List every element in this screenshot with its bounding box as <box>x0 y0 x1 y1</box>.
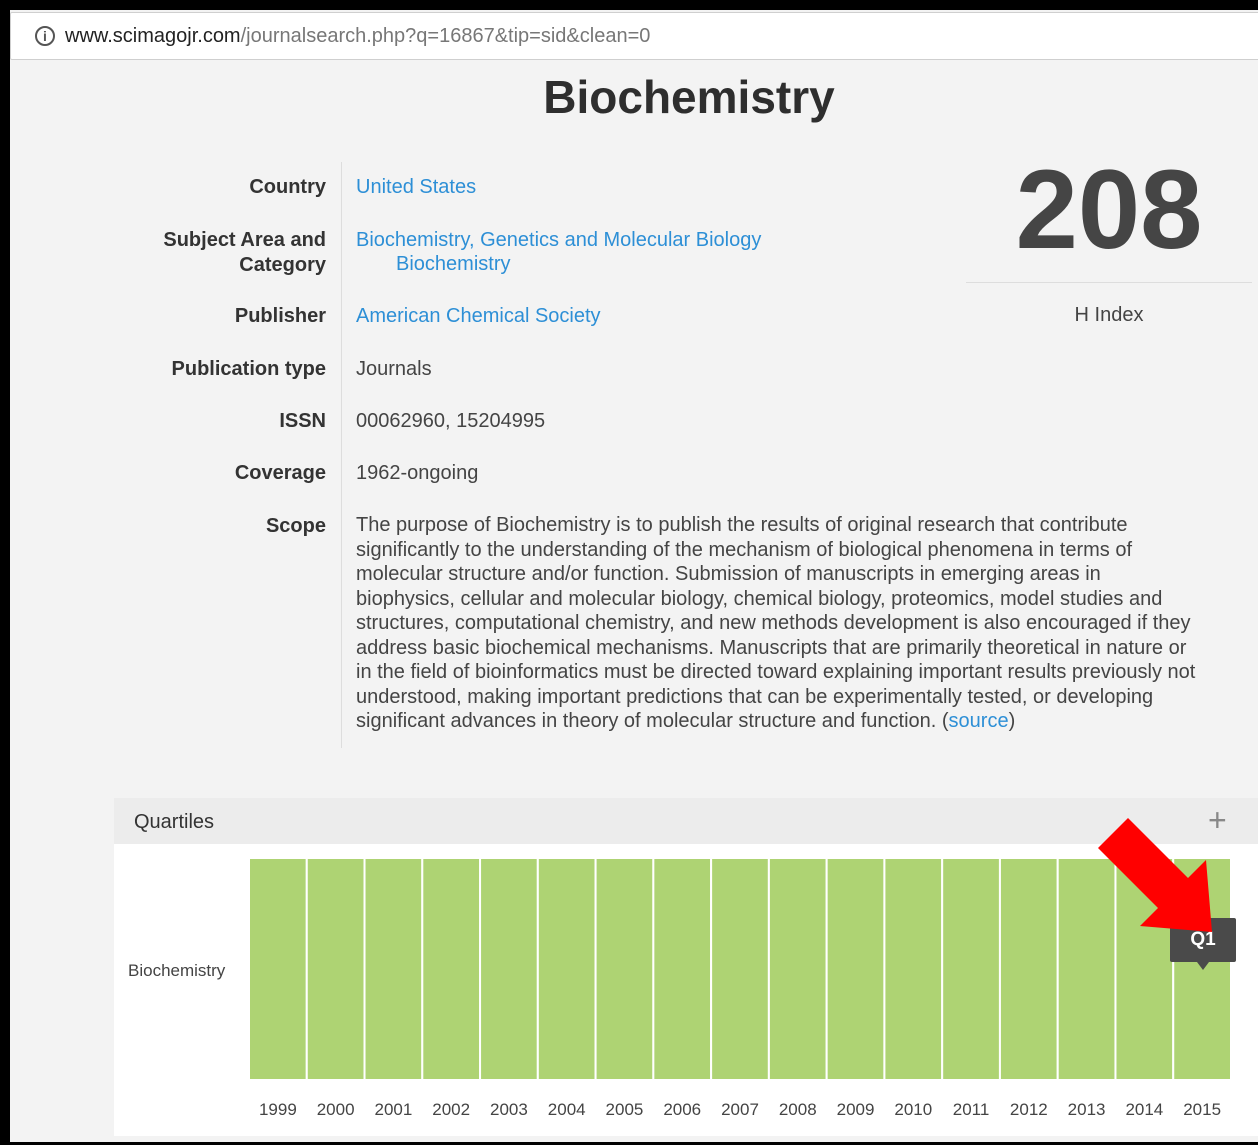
quartile-cell-2006[interactable] <box>652 857 713 1081</box>
year-tick-label: 2014 <box>1125 1100 1163 1119</box>
year-tick-label: 2013 <box>1068 1100 1106 1119</box>
year-tick-label: 2000 <box>317 1100 355 1119</box>
quartile-cell-2004[interactable] <box>536 857 597 1081</box>
quartile-cell-1999[interactable] <box>248 857 308 1081</box>
quartile-cell-2001[interactable] <box>363 857 424 1081</box>
year-tick-label: 2003 <box>490 1100 528 1119</box>
year-tick-label: 2002 <box>432 1100 470 1119</box>
red-arrow-annotation <box>1098 818 1212 932</box>
year-tick-label: 2006 <box>663 1100 701 1119</box>
quartile-cell-2011[interactable] <box>941 857 1001 1081</box>
year-tick-label: 2005 <box>606 1100 644 1119</box>
year-tick-label: 1999 <box>259 1100 297 1119</box>
quartile-cell-2000[interactable] <box>305 857 366 1081</box>
year-tick-label: 2007 <box>721 1100 759 1119</box>
quartile-cell-2005[interactable] <box>594 857 655 1081</box>
year-tick-label: 2015 <box>1183 1100 1221 1119</box>
year-tick-label: 2004 <box>548 1100 586 1119</box>
quartile-cell-2009[interactable] <box>825 857 886 1081</box>
quartile-cell-2002[interactable] <box>421 857 482 1081</box>
year-tick-label: 2008 <box>779 1100 817 1119</box>
quartile-cell-2007[interactable] <box>710 857 770 1081</box>
quartiles-chart: 1999 2000 2001 2002 2003 2004 2005 2006 2007 2008… <box>248 857 1233 1119</box>
year-tick-label: 2010 <box>894 1100 932 1119</box>
quartile-cell-2008[interactable] <box>767 857 828 1081</box>
year-tick-label: 2012 <box>1010 1100 1048 1119</box>
year-tick-label: 2011 <box>953 1100 990 1119</box>
year-tick-label: 2001 <box>374 1100 412 1119</box>
year-tick-label: 2009 <box>837 1100 875 1119</box>
quartile-cell-2010[interactable] <box>883 857 944 1081</box>
quartile-cell-2012[interactable] <box>998 857 1059 1081</box>
quartile-cell-2003[interactable] <box>479 857 539 1081</box>
